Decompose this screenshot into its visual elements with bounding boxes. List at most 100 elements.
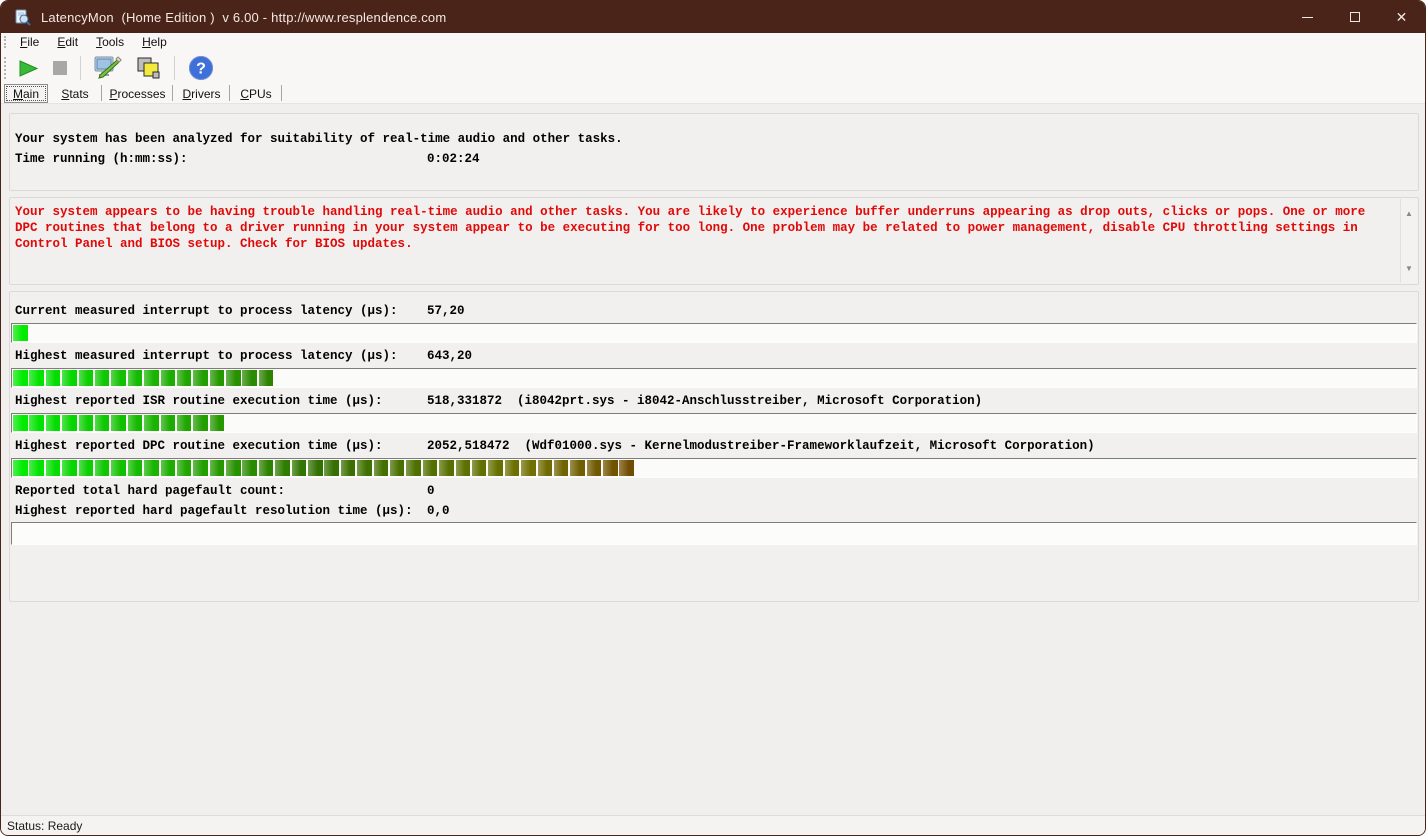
meter-1-bar-segment	[127, 370, 143, 386]
meter-3-bar-segment	[406, 460, 421, 476]
stop-monitor-button[interactable]	[49, 54, 71, 82]
status-text: Status: Ready	[7, 818, 83, 833]
meter-1-bar-segment	[176, 370, 192, 386]
menu-bar: File Edit Tools Help	[1, 33, 1425, 51]
tab-cpus[interactable]: C PUs	[230, 84, 282, 103]
layers-icon	[137, 57, 160, 78]
toolbar: ?	[1, 51, 1425, 85]
meter-3-row: Highest reported DPC routine execution t…	[15, 439, 1413, 454]
menu-item-file[interactable]: File	[11, 34, 48, 50]
meter-2-bar-segment	[176, 415, 192, 431]
meter-1-bar-segment	[111, 370, 126, 386]
meter-3-bar-segment	[45, 460, 61, 476]
window-title: LatencyMon (Home Edition ) v 6.00 - http…	[41, 9, 447, 25]
meter-3-bar-segment	[553, 460, 569, 476]
time-running-value: 0:02:24	[427, 152, 480, 166]
pagefault-1-label: Highest reported hard pagefault resoluti…	[15, 504, 413, 518]
close-button[interactable]: ✕	[1378, 1, 1425, 33]
meter-1-row: Highest measured interrupt to process la…	[15, 349, 1413, 364]
meter-1-bar-segment	[258, 370, 274, 386]
close-icon: ✕	[1395, 9, 1408, 25]
tab-drivers[interactable]: Drivers	[173, 84, 230, 103]
meter-2-label: Highest reported ISR routine execution t…	[15, 394, 383, 408]
help-icon: ?	[189, 56, 213, 80]
meter-3-bar-segment	[127, 460, 143, 476]
start-monitor-button[interactable]	[14, 54, 43, 82]
meter-0-bar	[11, 323, 1417, 343]
meter-3-bar-segment	[488, 460, 503, 476]
meter-1-bar-segment	[209, 370, 225, 386]
meter-3-bar-segment	[258, 460, 274, 476]
meter-3-bar-segment	[226, 460, 241, 476]
app-icon	[15, 9, 31, 26]
meter-3-bar-segment	[144, 460, 159, 476]
pagefault-1-row: Highest reported hard pagefault resoluti…	[15, 504, 1413, 519]
monitor-wrench-icon	[94, 56, 122, 79]
meter-2-bar-segment	[193, 415, 208, 431]
meter-1-bar-segment	[144, 370, 159, 386]
meter-3-value: 2052,518472	[427, 439, 510, 453]
main-panel: Your system has been analyzed for suitab…	[1, 104, 1425, 817]
analysis-summary-text: Your system has been analyzed for suitab…	[15, 132, 623, 146]
meter-3-bar-segment	[94, 460, 110, 476]
toolbar-grip	[4, 57, 7, 79]
tab-bar: Main Stats Processes Drivers C PUs	[1, 84, 1425, 104]
meter-0-row: Current measured interrupt to process la…	[15, 304, 1413, 319]
play-icon	[19, 59, 39, 77]
meter-3-bar-segment	[111, 460, 126, 476]
toolbar-separator	[174, 56, 175, 80]
options-button[interactable]	[90, 54, 126, 82]
warning-scrollbar[interactable]: ▲ ▼	[1400, 199, 1417, 283]
menu-item-help[interactable]: Help	[133, 34, 176, 50]
meter-3-bar-segment	[176, 460, 192, 476]
pagefault-0-label: Reported total hard pagefault count:	[15, 484, 286, 498]
meter-3-bar-segment	[13, 460, 28, 476]
toolbar-separator	[80, 56, 81, 80]
meter-1-bar-segment	[160, 370, 176, 386]
menu-item-edit[interactable]: Edit	[48, 34, 87, 50]
pagefault-1-value: 0,0	[427, 504, 450, 518]
tab-separator	[281, 85, 282, 101]
copy-report-button[interactable]	[132, 54, 165, 82]
maximize-button[interactable]	[1331, 1, 1378, 33]
meter-0-label: Current measured interrupt to process la…	[15, 304, 398, 318]
meter-2-bar-segment	[209, 415, 225, 431]
meter-1-bar-segment	[62, 370, 77, 386]
meter-3-bar-segment	[291, 460, 307, 476]
meter-1-bar-segment	[193, 370, 208, 386]
minimize-button[interactable]	[1284, 1, 1331, 33]
pagefault-0-row: Reported total hard pagefault count: 0	[15, 484, 1413, 499]
meter-3-label: Highest reported DPC routine execution t…	[15, 439, 383, 453]
scroll-down-icon[interactable]: ▼	[1401, 260, 1417, 277]
pagefault-0-value: 0	[427, 484, 435, 498]
meter-1-bar-segment	[78, 370, 94, 386]
meter-2-bar-segment	[160, 415, 176, 431]
menu-item-tools[interactable]: Tools	[87, 34, 133, 50]
tab-stats[interactable]: Stats	[48, 84, 102, 103]
meter-3-bar-segment	[439, 460, 454, 476]
meter-0-value: 57,20	[427, 304, 465, 318]
meter-1-bar-segment	[13, 370, 28, 386]
meter-3-bar-segment	[586, 460, 602, 476]
latencymon-window: LatencyMon (Home Edition ) v 6.00 - http…	[0, 0, 1426, 836]
meter-3-bar-segment	[389, 460, 405, 476]
meter-3-bar-segment	[570, 460, 585, 476]
stop-icon	[53, 61, 67, 75]
meter-3-bar-segment	[603, 460, 618, 476]
meter-2-bar	[11, 413, 1417, 433]
meter-2-bar-segment	[62, 415, 77, 431]
meter-3-bar-segment	[521, 460, 536, 476]
tab-processes[interactable]: Processes	[102, 84, 173, 103]
meter-3-bar	[11, 458, 1417, 478]
meter-1-bar-segment	[29, 370, 44, 386]
meter-3-bar-segment	[209, 460, 225, 476]
help-button[interactable]: ?	[184, 54, 218, 82]
scroll-up-icon[interactable]: ▲	[1401, 205, 1417, 222]
title-bar: LatencyMon (Home Edition ) v 6.00 - http…	[1, 1, 1425, 33]
tab-main[interactable]: Main	[4, 84, 48, 103]
latency-meters-groupbox: Current measured interrupt to process la…	[9, 291, 1419, 602]
meter-2-bar-segment	[13, 415, 28, 431]
meter-3-bar-segment	[29, 460, 44, 476]
meter-3-bar-segment	[78, 460, 94, 476]
meter-3-bar-segment	[62, 460, 77, 476]
